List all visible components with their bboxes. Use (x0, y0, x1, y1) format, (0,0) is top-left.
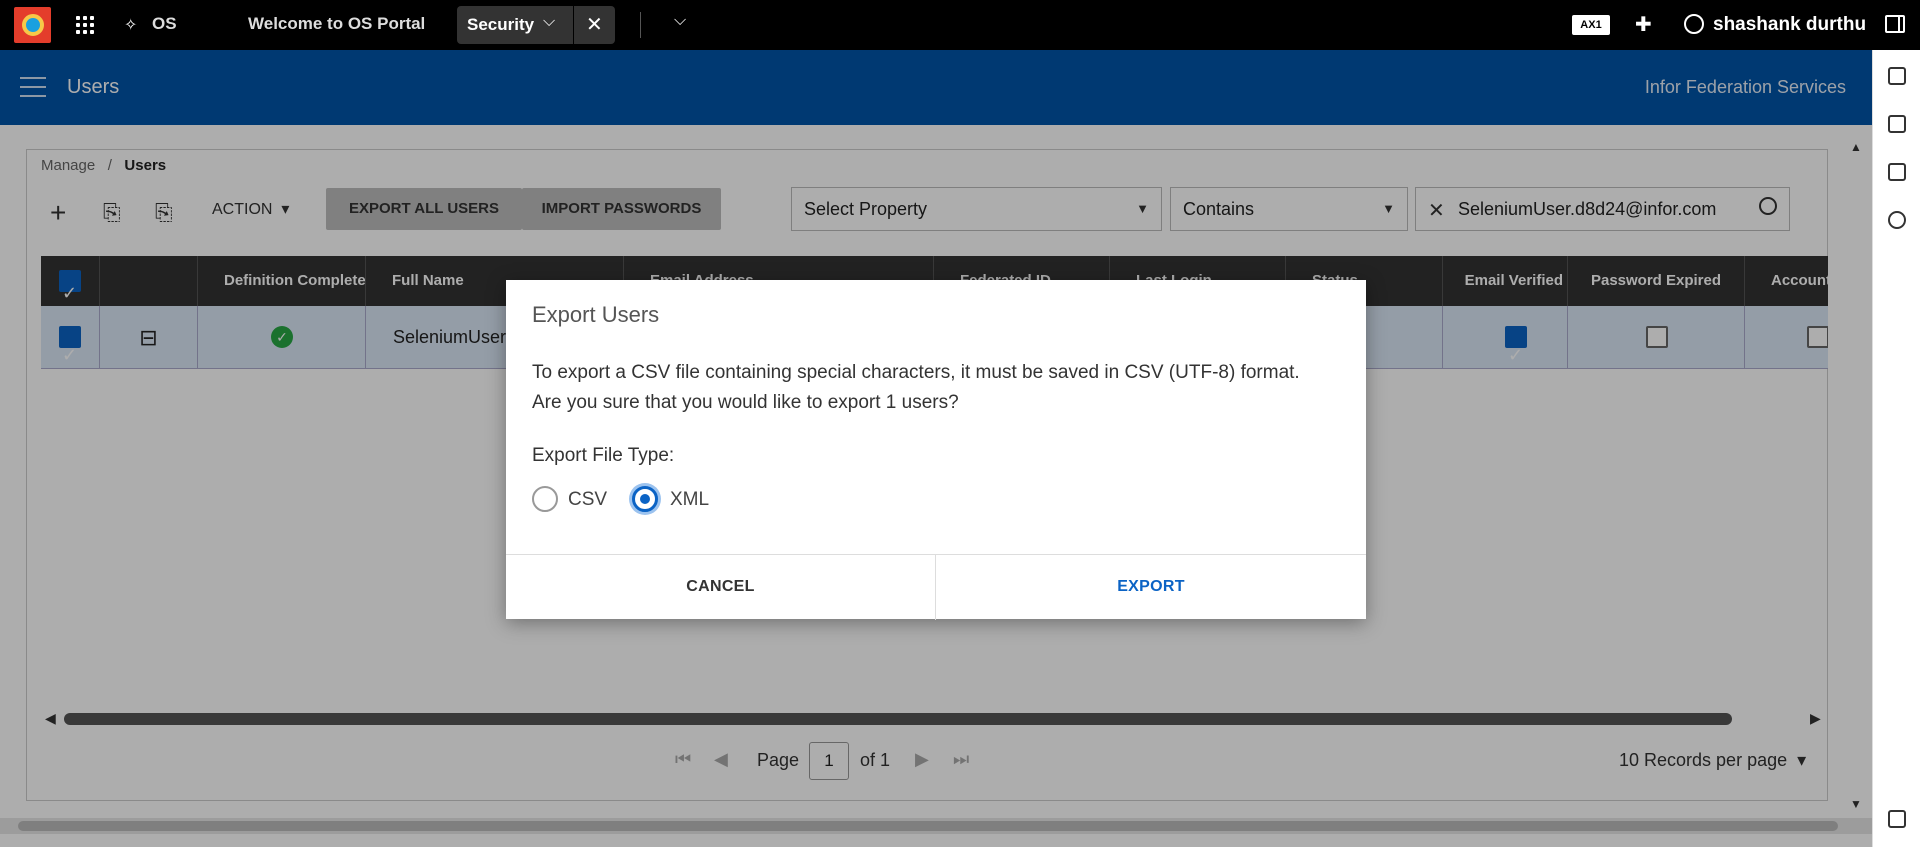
app-short-name[interactable]: OS (152, 14, 177, 34)
chevron-down-icon[interactable]: ⌵ (543, 13, 555, 31)
dialog-message: To export a CSV file containing special … (532, 362, 1300, 413)
pin-icon[interactable]: ✧ (124, 15, 137, 35)
csv-radio-label[interactable]: CSV (568, 489, 607, 511)
close-tab-icon[interactable]: ✕ (586, 12, 603, 37)
side-panel-icon[interactable] (1885, 15, 1905, 33)
top-bar: ✧ OS Welcome to OS Portal Security ⌵ ✕ ⌵… (0, 0, 1920, 50)
user-avatar-icon[interactable] (1684, 14, 1704, 34)
export-file-type-label: Export File Type: (532, 445, 675, 466)
external-link-icon[interactable] (1888, 810, 1906, 828)
export-button[interactable]: EXPORT (936, 555, 1366, 620)
infor-logo-icon[interactable] (14, 7, 51, 43)
csv-radio[interactable] (532, 486, 558, 512)
tab-welcome[interactable]: Welcome to OS Portal (248, 14, 425, 34)
cancel-button[interactable]: CANCEL (506, 555, 936, 620)
help-icon[interactable] (1888, 211, 1906, 229)
tab-security[interactable]: Security ⌵ ✕ (457, 6, 615, 44)
right-sidebar (1872, 50, 1920, 847)
inbox-icon[interactable] (1888, 163, 1906, 181)
xml-radio[interactable] (632, 486, 658, 512)
dialog-footer: CANCEL EXPORT (506, 554, 1366, 620)
xml-radio-label[interactable]: XML (670, 489, 709, 511)
dialog-title: Export Users (532, 302, 660, 327)
tenant-badge: AX1 (1572, 15, 1610, 35)
puzzle-icon[interactable]: ✚ (1635, 12, 1652, 37)
user-name[interactable]: shashank durthu (1713, 14, 1866, 36)
tab-security-label: Security (467, 15, 535, 34)
more-tabs-chevron-icon[interactable]: ⌵ (674, 12, 686, 30)
layout-icon[interactable] (1888, 67, 1906, 85)
chat-icon[interactable] (1888, 115, 1906, 133)
export-users-dialog: Export Users To export a CSV file contai… (506, 280, 1366, 620)
app-grid-icon[interactable] (76, 16, 94, 34)
